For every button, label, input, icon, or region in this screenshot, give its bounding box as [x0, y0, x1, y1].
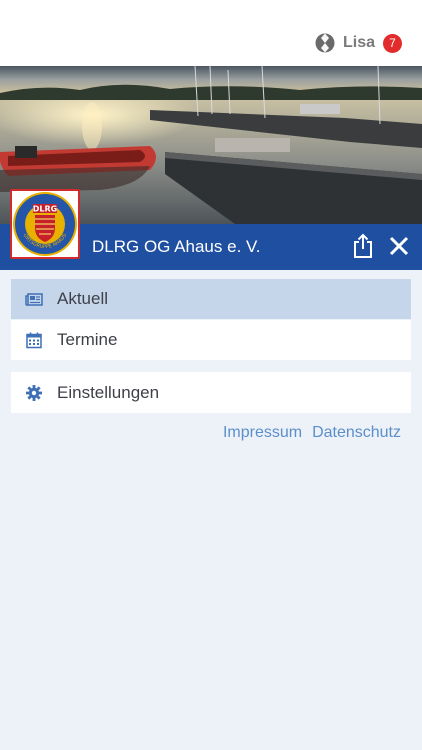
impressum-link[interactable]: Impressum	[223, 424, 302, 442]
newspaper-icon	[25, 293, 43, 306]
user-name: Lisa	[342, 34, 375, 51]
share-icon[interactable]	[352, 233, 374, 259]
account-switch-icon	[315, 33, 335, 53]
menu-item-label: Aktuell	[57, 289, 109, 308]
menu-item-einstellungen[interactable]: Einstellungen	[11, 372, 411, 413]
menu-item-label: Termine	[57, 330, 118, 349]
top-bar: Lisa 7	[0, 0, 422, 66]
gear-icon	[26, 384, 42, 401]
organization-logo: DLRG ORTSGRUPPE AHAUS	[10, 189, 80, 259]
logo-text: DLRG	[33, 205, 57, 214]
footer-links: Impressum Datenschutz	[223, 424, 401, 442]
user-account[interactable]: Lisa 7	[315, 33, 402, 53]
close-icon[interactable]	[389, 236, 409, 256]
menu-item-aktuell[interactable]: Aktuell	[11, 279, 411, 319]
menu-item-label: Einstellungen	[57, 382, 160, 402]
menu-item-termine[interactable]: Termine	[11, 320, 411, 360]
calendar-icon	[26, 332, 42, 349]
organization-name: DLRG OG Ahaus e. V.	[92, 237, 261, 256]
notification-badge: 7	[383, 33, 402, 53]
datenschutz-link[interactable]: Datenschutz	[312, 424, 401, 442]
